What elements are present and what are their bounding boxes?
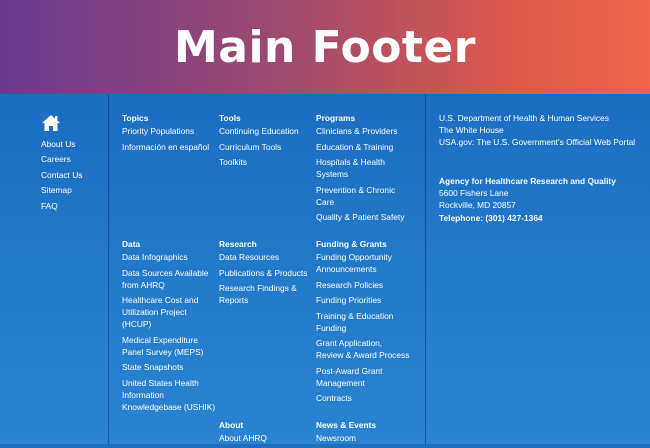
data-heading: Data xyxy=(122,239,141,249)
publications-products-link[interactable]: Publications & Products xyxy=(219,267,314,279)
hhs-link[interactable]: U.S. Department of Health & Human Servic… xyxy=(439,112,644,124)
about-us-link[interactable]: About Us xyxy=(41,137,82,152)
research-findings-link[interactable]: Research Findings & Reports xyxy=(219,282,314,306)
clinicians-providers-link[interactable]: Clinicians & Providers xyxy=(316,125,411,137)
tools-group: Tools Continuing Education Curriculum To… xyxy=(219,113,314,172)
informacion-espanol-link[interactable]: Información en español xyxy=(122,141,217,153)
agency-name: Agency for Healthcare Research and Quali… xyxy=(439,176,616,186)
contracts-link[interactable]: Contracts xyxy=(316,392,411,404)
agency-contact: Agency for Healthcare Research and Quali… xyxy=(439,175,644,224)
footer-left-column: About Us Careers Contact Us Sitemap FAQ xyxy=(0,94,109,444)
sitemap-link[interactable]: Sitemap xyxy=(41,183,82,198)
news-heading: News & Events xyxy=(316,420,377,430)
main-footer: About Us Careers Contact Us Sitemap FAQ … xyxy=(0,94,650,444)
funding-group: Funding & Grants Funding Opportunity Ann… xyxy=(316,239,411,408)
research-policies-link[interactable]: Research Policies xyxy=(316,279,411,291)
meps-link[interactable]: Medical Expenditure Panel Survey (MEPS) xyxy=(122,334,217,358)
continuing-education-link[interactable]: Continuing Education xyxy=(219,125,314,137)
data-resources-link[interactable]: Data Resources xyxy=(219,251,314,263)
data-sources-link[interactable]: Data Sources Available from AHRQ xyxy=(122,267,217,291)
prevention-chronic-care-link[interactable]: Prevention & Chronic Care xyxy=(316,184,411,208)
tools-heading: Tools xyxy=(219,113,241,123)
education-training-link[interactable]: Education & Training xyxy=(316,141,411,153)
data-group: Data Data Infographics Data Sources Avai… xyxy=(122,239,217,416)
data-infographics-link[interactable]: Data Infographics xyxy=(122,251,217,263)
usa-gov-link[interactable]: USA.gov: The U.S. Government's Official … xyxy=(439,136,644,148)
topics-heading: Topics xyxy=(122,113,149,123)
home-icon[interactable] xyxy=(41,114,61,132)
hcup-link[interactable]: Healthcare Cost and Utilization Project … xyxy=(122,294,217,330)
quality-patient-safety-link[interactable]: Quality & Patient Safety xyxy=(316,211,411,223)
news-group: News & Events Newsroom xyxy=(316,420,411,448)
gov-links: U.S. Department of Health & Human Servic… xyxy=(439,112,644,149)
telephone: Telephone: (301) 427-1364 xyxy=(439,212,543,223)
post-award-link[interactable]: Post-Award Grant Management xyxy=(316,365,411,389)
programs-group: Programs Clinicians & Providers Educatio… xyxy=(316,113,411,227)
funding-opportunity-link[interactable]: Funding Opportunity Announcements xyxy=(316,251,411,275)
footer-links-column: Topics Priority Populations Información … xyxy=(109,94,426,444)
programs-heading: Programs xyxy=(316,113,356,123)
footer-right-column: U.S. Department of Health & Human Servic… xyxy=(426,94,650,444)
contact-us-link[interactable]: Contact Us xyxy=(41,168,82,183)
funding-heading: Funding & Grants xyxy=(316,239,387,249)
address-line-1: 5600 Fishers Lane xyxy=(439,188,509,199)
banner-title: Main Footer xyxy=(173,21,476,73)
about-heading: About xyxy=(219,420,244,430)
about-ahrq-link[interactable]: About AHRQ xyxy=(219,432,314,444)
careers-link[interactable]: Careers xyxy=(41,152,82,167)
hospitals-health-systems-link[interactable]: Hospitals & Health Systems xyxy=(316,156,411,180)
newsroom-link[interactable]: Newsroom xyxy=(316,432,411,444)
research-heading: Research xyxy=(219,239,257,249)
faq-link[interactable]: FAQ xyxy=(41,199,82,214)
funding-priorities-link[interactable]: Funding Priorities xyxy=(316,294,411,306)
topics-group: Topics Priority Populations Información … xyxy=(122,113,217,156)
left-nav: About Us Careers Contact Us Sitemap FAQ xyxy=(41,137,82,214)
grant-application-link[interactable]: Grant Application, Review & Award Proces… xyxy=(316,337,411,361)
toolkits-link[interactable]: Toolkits xyxy=(219,156,314,168)
state-snapshots-link[interactable]: State Snapshots xyxy=(122,361,217,373)
priority-populations-link[interactable]: Priority Populations xyxy=(122,125,217,137)
curriculum-tools-link[interactable]: Curriculum Tools xyxy=(219,141,314,153)
about-group: About About AHRQ xyxy=(219,420,314,448)
training-education-funding-link[interactable]: Training & Education Funding xyxy=(316,310,411,334)
white-house-link[interactable]: The White House xyxy=(439,124,644,136)
research-group: Research Data Resources Publications & P… xyxy=(219,239,314,310)
ushik-link[interactable]: United States Health Information Knowled… xyxy=(122,377,217,413)
address-line-2: Rockville, MD 20857 xyxy=(439,200,516,211)
banner: Main Footer xyxy=(0,0,650,94)
